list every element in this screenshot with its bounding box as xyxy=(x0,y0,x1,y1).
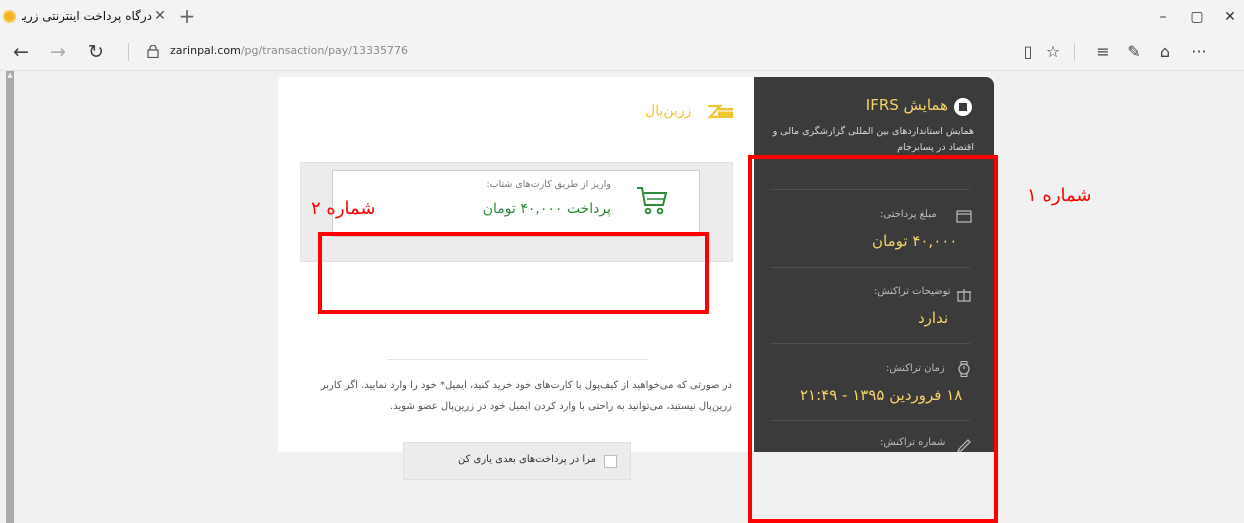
section-divider xyxy=(387,359,649,360)
zarinpal-favicon-icon xyxy=(3,10,16,23)
payment-subtitle: واریز از طریق کارت‌های شتاب: xyxy=(486,179,611,190)
shetab-card-payment-button[interactable]: واریز از طریق کارت‌های شتاب: پرداخت ۴۰,۰… xyxy=(332,170,700,237)
wallet-info-text: در صورتی که می‌خواهید از کیف‌پول یا کارت… xyxy=(320,380,732,412)
tab-title: درگاه پرداخت اینترنتی زرین xyxy=(22,9,152,23)
remember-me-label: مرا در پرداخت‌های بعدی یاری کن xyxy=(457,454,596,465)
reading-view-icon[interactable]: ▯ xyxy=(1015,39,1041,65)
toolbar-separator xyxy=(128,43,129,61)
remember-me-row[interactable]: مرا در پرداخت‌های بعدی یاری کن xyxy=(403,442,631,480)
scroll-up-arrow-icon[interactable]: ▲ xyxy=(6,71,14,79)
tab-close-icon[interactable]: ✕ xyxy=(152,6,168,26)
refresh-button[interactable]: ↻ xyxy=(83,39,109,65)
lock-icon xyxy=(147,45,159,58)
web-note-icon[interactable]: ✎ xyxy=(1121,39,1147,65)
shopping-cart-icon xyxy=(637,187,668,215)
url-path: /pg/transaction/pay/13335776 xyxy=(240,44,408,57)
merchant-title: همایش IFRS xyxy=(865,96,948,114)
annotation-label-2: شماره ۲ xyxy=(311,198,376,219)
annotation-label-1: شماره ۱ xyxy=(1027,185,1092,206)
browser-navigation-bar: ← → ↻ zarinpal.com/pg/transaction/pay/13… xyxy=(0,33,1244,71)
maximize-button[interactable]: ▢ xyxy=(1184,5,1210,29)
url-domain: zarinpal.com xyxy=(170,44,241,57)
annotation-box-2 xyxy=(318,232,709,314)
browser-title-bar: درگاه پرداخت اینترنتی زرین ✕ + – ▢ ✕ xyxy=(0,0,1244,33)
close-window-button[interactable]: ✕ xyxy=(1217,5,1243,29)
favorites-star-icon[interactable]: ☆ xyxy=(1040,39,1066,65)
more-menu-icon[interactable]: ··· xyxy=(1186,39,1212,65)
remember-me-checkbox[interactable] xyxy=(604,455,617,468)
minimize-button[interactable]: – xyxy=(1150,5,1176,29)
browser-tab[interactable]: درگاه پرداخت اینترنتی زرین ✕ xyxy=(0,0,170,33)
forward-button[interactable]: → xyxy=(45,39,71,65)
zarinpal-logo-icon xyxy=(707,104,733,119)
new-tab-button[interactable]: + xyxy=(176,4,198,28)
annotation-box-1 xyxy=(748,155,998,523)
address-bar[interactable]: zarinpal.com/pg/transaction/pay/13335776 xyxy=(170,44,408,57)
payment-amount-label: پرداخت ۴۰,۰۰۰ تومان xyxy=(482,201,611,217)
vertical-scrollbar[interactable] xyxy=(6,71,14,523)
merchant-description: همایش استانداردهای بین المللی گزارشگری م… xyxy=(772,126,974,153)
back-button[interactable]: ← xyxy=(8,39,34,65)
hub-icon[interactable]: ≡ xyxy=(1090,39,1116,65)
merchant-icon xyxy=(954,98,972,116)
toolbar-separator xyxy=(1074,43,1075,61)
share-icon[interactable]: ⌂ xyxy=(1152,39,1178,65)
zarinpal-logo-text: زرین‌پال xyxy=(645,103,692,119)
